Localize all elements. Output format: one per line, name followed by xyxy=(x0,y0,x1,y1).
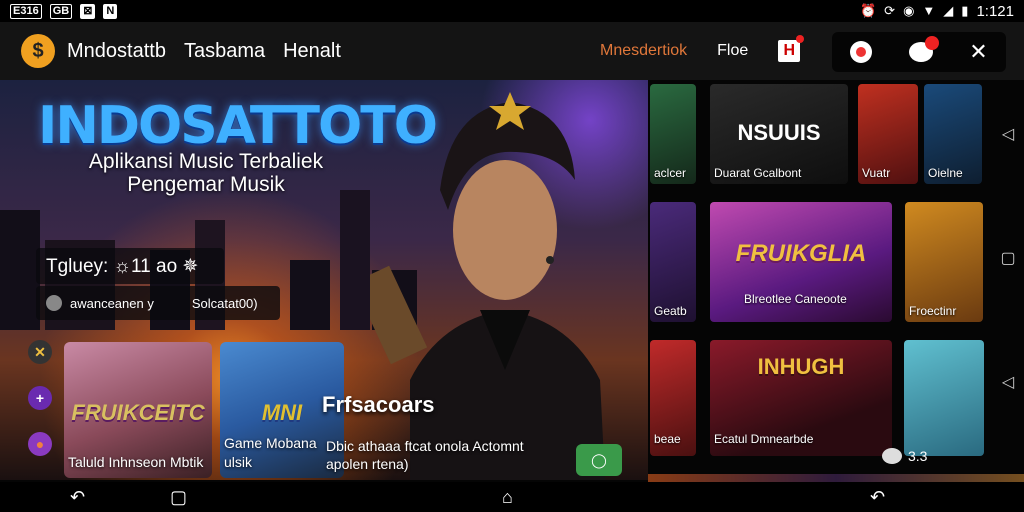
hero-subtitle: Aplikansi Music Terbaliek Pengemar Musik xyxy=(88,150,324,196)
sync-icon: ⟳ xyxy=(884,3,896,18)
star-icon[interactable]: ✕ xyxy=(28,340,52,364)
hero-title: INDOSATTOTO xyxy=(38,96,438,156)
status-time: 1:121 xyxy=(976,2,1014,20)
promo-banner[interactable]: Tgluey: ☼11 ao ✵ xyxy=(36,248,224,284)
notification-icon: ⊠ xyxy=(80,3,96,19)
comment-icon xyxy=(882,448,902,464)
hero-banner[interactable]: INDOSATTOTO Aplikansi Music Terbaliek Pe… xyxy=(0,80,648,480)
status-chip: GB xyxy=(49,3,73,19)
card-label: Oielne xyxy=(928,166,963,180)
grid-card[interactable]: Vuatr xyxy=(858,84,918,184)
system-nav-bar: ↶ ▢ ⌂ ↶ xyxy=(0,482,1024,512)
grid-card[interactable]: aclcer xyxy=(650,84,696,184)
card-label: Geatb xyxy=(654,304,687,318)
grid-card[interactable]: Froectinr xyxy=(905,202,983,322)
city-building xyxy=(340,190,370,330)
nav-link-free[interactable]: Floe xyxy=(717,42,748,60)
record-icon[interactable] xyxy=(850,41,873,63)
card-title-art: NSUUIS xyxy=(737,120,821,145)
back-icon[interactable]: ↶ xyxy=(870,487,885,508)
card-label: beae xyxy=(654,432,681,446)
action-panel: ✕ xyxy=(832,32,1006,72)
avatar xyxy=(46,295,62,311)
edge-back-icon[interactable]: ◁ xyxy=(992,372,1024,392)
edge-back-icon[interactable]: ◁ xyxy=(992,124,1024,144)
back-icon[interactable]: ↶ xyxy=(70,487,85,508)
notifications-icon[interactable]: H xyxy=(778,35,805,62)
promo-info-right: Solcatat00) xyxy=(191,295,258,311)
promo-info[interactable]: awanceanen y Solcatat00) xyxy=(36,286,280,320)
recents-icon[interactable]: ▢ xyxy=(170,487,187,508)
home-icon[interactable]: ⌂ xyxy=(502,487,513,508)
card-label: Froectinr xyxy=(909,304,957,318)
grid-card[interactable]: FRUIKGLIA Blreotlee Caneoote xyxy=(710,202,892,322)
music-icon[interactable]: ● xyxy=(28,432,52,456)
card-label: Duarat Gcalbont xyxy=(714,166,802,180)
grid-card[interactable]: INHUGH Ecatul Dmnearbde xyxy=(710,340,892,456)
status-bar: E316 GB ⊠ N ⏰ ⟳ ◉ ▼ ◢ ▮ 1:121 xyxy=(0,0,1024,22)
bottom-strip xyxy=(648,474,1024,482)
edge-home-icon[interactable]: ▢ xyxy=(992,248,1024,268)
app-header: $ Mndostattb Tasbama Henalt Mnesdertiok … xyxy=(0,22,1024,80)
card-label: Ecatul Dmnearbde xyxy=(714,432,814,446)
city-building xyxy=(290,260,330,330)
grid-card[interactable]: Oielne xyxy=(924,84,982,184)
wifi-icon: ▼ xyxy=(922,3,936,18)
grid-card[interactable]: beae xyxy=(650,340,696,456)
thumb-caption: Taluld Inhnseon Mbtik xyxy=(68,454,204,470)
signal-icon: ◢ xyxy=(943,3,954,18)
notification-dot xyxy=(796,35,805,43)
comment-count-value: 3.3 xyxy=(908,448,928,464)
top-nav: Mndostattb Tasbama Henalt xyxy=(67,40,341,63)
card-label: Vuatr xyxy=(862,166,891,180)
card-label: Blreotlee Caneoote xyxy=(744,292,847,306)
grid-card[interactable]: Geatb xyxy=(650,202,696,322)
content-thumb[interactable]: FRUIKCEITC Taluld Inhnseon Mbtik xyxy=(64,342,212,478)
thumb-title-art: FRUIKCEITC xyxy=(71,400,205,425)
comment-count[interactable]: 3.3 xyxy=(882,448,927,464)
status-chip: E316 xyxy=(10,3,42,19)
card-title-art: INHUGH xyxy=(757,354,845,379)
battery-icon: ▮ xyxy=(961,3,969,18)
nav-item-home[interactable]: Mndostattb xyxy=(67,40,166,63)
eye-icon: ◉ xyxy=(903,3,915,18)
app-logo[interactable]: $ xyxy=(21,34,55,68)
chat-icon[interactable] xyxy=(908,36,939,62)
grid-card[interactable]: NSUUIS Duarat Gcalbont xyxy=(710,84,848,184)
card-title-art: FRUIKGLIA xyxy=(735,240,867,267)
plus-icon[interactable]: + xyxy=(28,386,52,410)
city-building xyxy=(0,210,40,330)
side-icon-rail: ✕ + ● xyxy=(28,340,52,456)
alarm-icon: ⏰ xyxy=(859,3,877,18)
badge-letter: H xyxy=(783,42,796,59)
nav-item-second[interactable]: Tasbama xyxy=(184,40,265,63)
hero-caption: Dbic athaaa ftcat onola Actomnt apolen r… xyxy=(326,438,524,472)
grid-card[interactable] xyxy=(904,340,984,456)
hero-overlay-title: Frfsacoars xyxy=(322,392,435,417)
promo-info-left: awanceanen y xyxy=(70,295,154,311)
card-label: aclcer xyxy=(654,166,687,180)
chat-fab-icon[interactable]: ◯ xyxy=(576,444,622,476)
app-icon: N xyxy=(103,3,118,19)
nav-link-featured[interactable]: Mnesdertiok xyxy=(600,42,687,60)
close-icon[interactable]: ✕ xyxy=(969,39,987,65)
nav-item-third[interactable]: Henalt xyxy=(283,40,341,63)
